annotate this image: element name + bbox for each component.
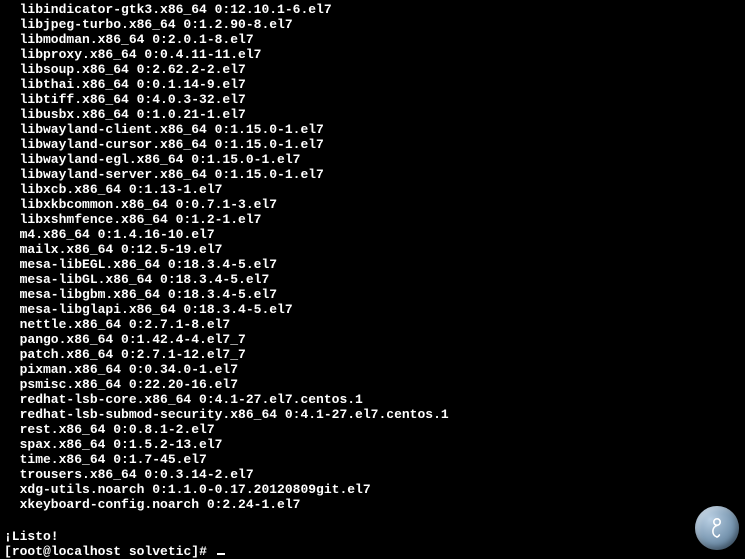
blank-line (4, 512, 745, 527)
package-line: libtiff.x86_64 0:4.0.3-32.el7 (4, 92, 745, 107)
package-line: nettle.x86_64 0:2.7.1-8.el7 (4, 317, 745, 332)
package-line: libindicator-gtk3.x86_64 0:12.10.1-6.el7 (4, 2, 745, 17)
package-line: redhat-lsb-submod-security.x86_64 0:4.1-… (4, 407, 745, 422)
package-line: mesa-libGL.x86_64 0:18.3.4-5.el7 (4, 272, 745, 287)
package-line: libxcb.x86_64 0:1.13-1.el7 (4, 182, 745, 197)
solvetic-watermark-icon (695, 506, 739, 550)
package-line: libproxy.x86_64 0:0.4.11-11.el7 (4, 47, 745, 62)
package-line: mailx.x86_64 0:12.5-19.el7 (4, 242, 745, 257)
status-line: ¡Listo! (4, 529, 745, 544)
package-line: libthai.x86_64 0:0.1.14-9.el7 (4, 77, 745, 92)
package-line: libmodman.x86_64 0:2.0.1-8.el7 (4, 32, 745, 47)
package-line: libwayland-client.x86_64 0:1.15.0-1.el7 (4, 122, 745, 137)
package-line: pixman.x86_64 0:0.34.0-1.el7 (4, 362, 745, 377)
package-line: libxkbcommon.x86_64 0:0.7.1-3.el7 (4, 197, 745, 212)
package-line: psmisc.x86_64 0:22.20-16.el7 (4, 377, 745, 392)
package-line: mesa-libEGL.x86_64 0:18.3.4-5.el7 (4, 257, 745, 272)
prompt-user-host: root@localhost (12, 544, 121, 559)
package-line: spax.x86_64 0:1.5.2-13.el7 (4, 437, 745, 452)
package-line: mesa-libgbm.x86_64 0:18.3.4-5.el7 (4, 287, 745, 302)
package-line: xdg-utils.noarch 0:1.1.0-0.17.20120809gi… (4, 482, 745, 497)
package-list: libindicator-gtk3.x86_64 0:12.10.1-6.el7… (4, 2, 745, 512)
prompt-cwd: solvetic (129, 544, 191, 559)
package-line: libwayland-server.x86_64 0:1.15.0-1.el7 (4, 167, 745, 182)
package-line: rest.x86_64 0:0.8.1-2.el7 (4, 422, 745, 437)
package-line: m4.x86_64 0:1.4.16-10.el7 (4, 227, 745, 242)
terminal-output[interactable]: libindicator-gtk3.x86_64 0:12.10.1-6.el7… (0, 0, 745, 559)
package-line: time.x86_64 0:1.7-45.el7 (4, 452, 745, 467)
package-line: redhat-lsb-core.x86_64 0:4.1-27.el7.cent… (4, 392, 745, 407)
package-line: libwayland-egl.x86_64 0:1.15.0-1.el7 (4, 152, 745, 167)
package-line: libsoup.x86_64 0:2.62.2-2.el7 (4, 62, 745, 77)
package-line: libusbx.x86_64 0:1.0.21-1.el7 (4, 107, 745, 122)
package-line: xkeyboard-config.noarch 0:2.24-1.el7 (4, 497, 745, 512)
cursor (217, 553, 225, 555)
package-line: libwayland-cursor.x86_64 0:1.15.0-1.el7 (4, 137, 745, 152)
package-line: mesa-libglapi.x86_64 0:18.3.4-5.el7 (4, 302, 745, 317)
package-line: pango.x86_64 0:1.42.4-4.el7_7 (4, 332, 745, 347)
package-line: libjpeg-turbo.x86_64 0:1.2.90-8.el7 (4, 17, 745, 32)
package-line: patch.x86_64 0:2.7.1-12.el7_7 (4, 347, 745, 362)
prompt-symbol: # (199, 544, 207, 559)
package-line: trousers.x86_64 0:0.3.14-2.el7 (4, 467, 745, 482)
package-line: libxshmfence.x86_64 0:1.2-1.el7 (4, 212, 745, 227)
shell-prompt[interactable]: [root@localhost solvetic]# (4, 544, 745, 559)
